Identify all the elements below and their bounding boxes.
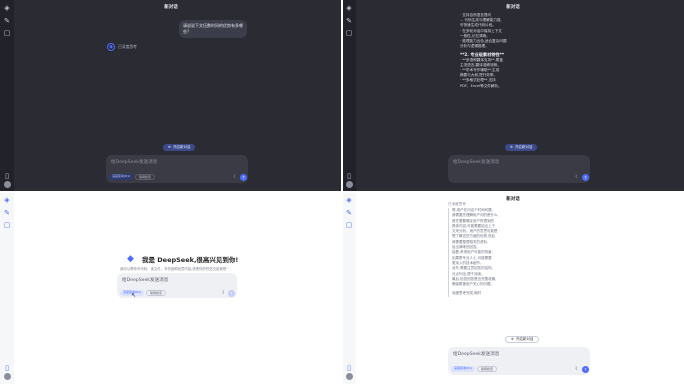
avatar[interactable] <box>3 181 11 188</box>
user-message-bubble: 请说说下文伍数时间的优势有多哪些? <box>179 20 247 38</box>
send-button[interactable]: ↑ <box>582 174 589 181</box>
sidebar: ◈ ✎ ▢ ▯ <box>0 192 14 384</box>
send-button[interactable]: ↑ <box>240 174 247 181</box>
new-chat-icon[interactable]: ✎ <box>3 209 11 217</box>
mobile-app-icon[interactable]: ▯ <box>345 172 353 180</box>
chat-history-icon[interactable]: ▢ <box>345 29 353 37</box>
panel-light-thinking: ◈ ✎ ▢ ▯ 新对话 已深度思考 嗯,用户在问这个时间问题, 我需要先理解用户… <box>342 192 684 384</box>
chat-history-icon[interactable]: ▢ <box>3 221 11 229</box>
deep-think-toggle[interactable]: 深度思考(R1) <box>451 366 476 372</box>
message-input[interactable]: 给DeepSeek发送消息 <box>122 277 168 283</box>
new-chat-icon[interactable]: ✎ <box>345 209 353 217</box>
message-input-box[interactable]: 给DeepSeek发送消息 ⌇ ↑ <box>448 155 590 183</box>
ai-answer-text: · 支持自然语言提问 ... 代码生成与理解能力强, 可快速生成代码片段。 · … <box>460 13 550 89</box>
message-input[interactable]: 给DeepSeek发送消息 <box>453 351 499 357</box>
new-conversation-label: 开启新对话 <box>172 145 191 149</box>
message-input[interactable]: 给DeepSeek发送消息 <box>453 159 499 165</box>
mobile-app-icon[interactable]: ▯ <box>345 364 353 372</box>
welcome-header: ◆ 我是 DeepSeek,很高兴见到你! <box>127 254 238 264</box>
new-conversation-label: 开启新对话 <box>515 337 534 341</box>
thinking-text: 嗯,用户在问这个时间问题, 我需要先理解用户问的是什么, 首先需要确定用户所提到… <box>448 208 544 297</box>
attach-icon[interactable]: ⌇ <box>575 366 577 372</box>
new-chat-icon: ⊕ <box>511 337 514 341</box>
conversation-title: 新对话 <box>506 5 520 10</box>
sidebar: ◈ ✎ ▢ ▯ <box>342 192 356 384</box>
deepseek-logo-icon[interactable]: ◈ <box>3 196 11 204</box>
mobile-app-icon[interactable]: ▯ <box>3 364 11 372</box>
deep-think-toggle[interactable]: 深度思考(R1) <box>109 174 134 180</box>
message-input[interactable]: 给DeepSeek发送消息 <box>111 159 157 165</box>
avatar[interactable] <box>345 181 353 188</box>
deepseek-whale-icon: ◆ <box>127 253 134 264</box>
new-conversation-button[interactable]: ⊕ 开启新对话 <box>505 336 540 343</box>
thinking-footer: 深度思考完成,耗时 <box>452 291 482 296</box>
attach-icon[interactable]: ⌇ <box>233 174 235 180</box>
new-chat-icon[interactable]: ✎ <box>345 17 353 25</box>
web-search-toggle[interactable]: 联网搜索 <box>477 366 498 372</box>
send-button[interactable]: ↑ <box>582 366 589 373</box>
welcome-title: 我是 DeepSeek,很高兴见到你! <box>142 256 239 264</box>
panel-dark-answer: ◈ ✎ ▢ ▯ 新对话 · 支持自然语言提问 ... 代码生成与理解能力强, 可… <box>342 0 684 192</box>
answer-line: 分析与逻辑推理。 <box>460 44 489 49</box>
message-input-box[interactable]: 给DeepSeek发送消息 深度思考(R1) 联网搜索 ⌇ ↑ <box>448 347 590 375</box>
thinking-line: 确保覆盖用户关心的问题。 <box>452 282 494 287</box>
welcome-subtitle: 我可以帮你写代码、读文件、写作各种创意内容,请把你的任务交给我吧~ <box>120 267 230 271</box>
new-conversation-button[interactable]: ⊕ 开启新对话 <box>163 144 196 151</box>
attach-icon[interactable]: ⌇ <box>222 290 224 296</box>
panel-light-welcome: ◈ ✎ ▢ ▯ ◆ 我是 DeepSeek,很高兴见到你! 我可以帮你写代码、读… <box>0 192 342 384</box>
answer-line: PDF、Excel等文件解析。 <box>460 83 502 88</box>
mouse-cursor: ↖ <box>131 292 137 299</box>
conversation-title: 新对话 <box>164 5 178 10</box>
web-search-toggle[interactable]: 联网搜索 <box>135 174 156 180</box>
panel-dark-question: ◈ ✎ ▢ ▯ 新对话 请说说下文伍数时间的优势有多哪些? ◆ 已深度思考 ⊕ … <box>0 0 342 192</box>
web-search-toggle[interactable]: 联网搜索 <box>146 290 167 296</box>
new-chat-icon: ⊕ <box>510 145 513 149</box>
new-chat-icon[interactable]: ✎ <box>3 17 11 25</box>
mobile-app-icon[interactable]: ▯ <box>3 172 11 180</box>
avatar[interactable] <box>345 373 353 380</box>
deep-thinking-label[interactable]: 已深度思考 <box>448 202 466 207</box>
chat-history-icon[interactable]: ▢ <box>3 29 11 37</box>
chat-history-icon[interactable]: ▢ <box>345 221 353 229</box>
new-conversation-label: 开启新对话 <box>514 145 533 149</box>
quadrant-divider-vertical <box>341 0 343 384</box>
deep-thinking-label[interactable]: 已深度思考 <box>118 44 137 50</box>
avatar[interactable] <box>3 373 11 380</box>
new-chat-icon: ⊕ <box>168 145 171 149</box>
sidebar: ◈ ✎ ▢ ▯ <box>0 0 14 192</box>
conversation-title: 新对话 <box>506 197 520 202</box>
attach-icon[interactable]: ⌇ <box>575 174 577 180</box>
deepseek-whale-icon: ◆ <box>107 43 115 51</box>
message-input-box[interactable]: 给DeepSeek发送消息 深度思考(R1) 联网搜索 ⌇ ↑ <box>106 155 248 183</box>
send-button[interactable]: ↑ <box>228 290 235 297</box>
ai-response-header: ◆ 已深度思考 <box>107 43 137 51</box>
new-conversation-button[interactable]: ⊕ 开启新对话 <box>505 144 538 151</box>
sidebar: ◈ ✎ ▢ ▯ <box>342 0 356 192</box>
